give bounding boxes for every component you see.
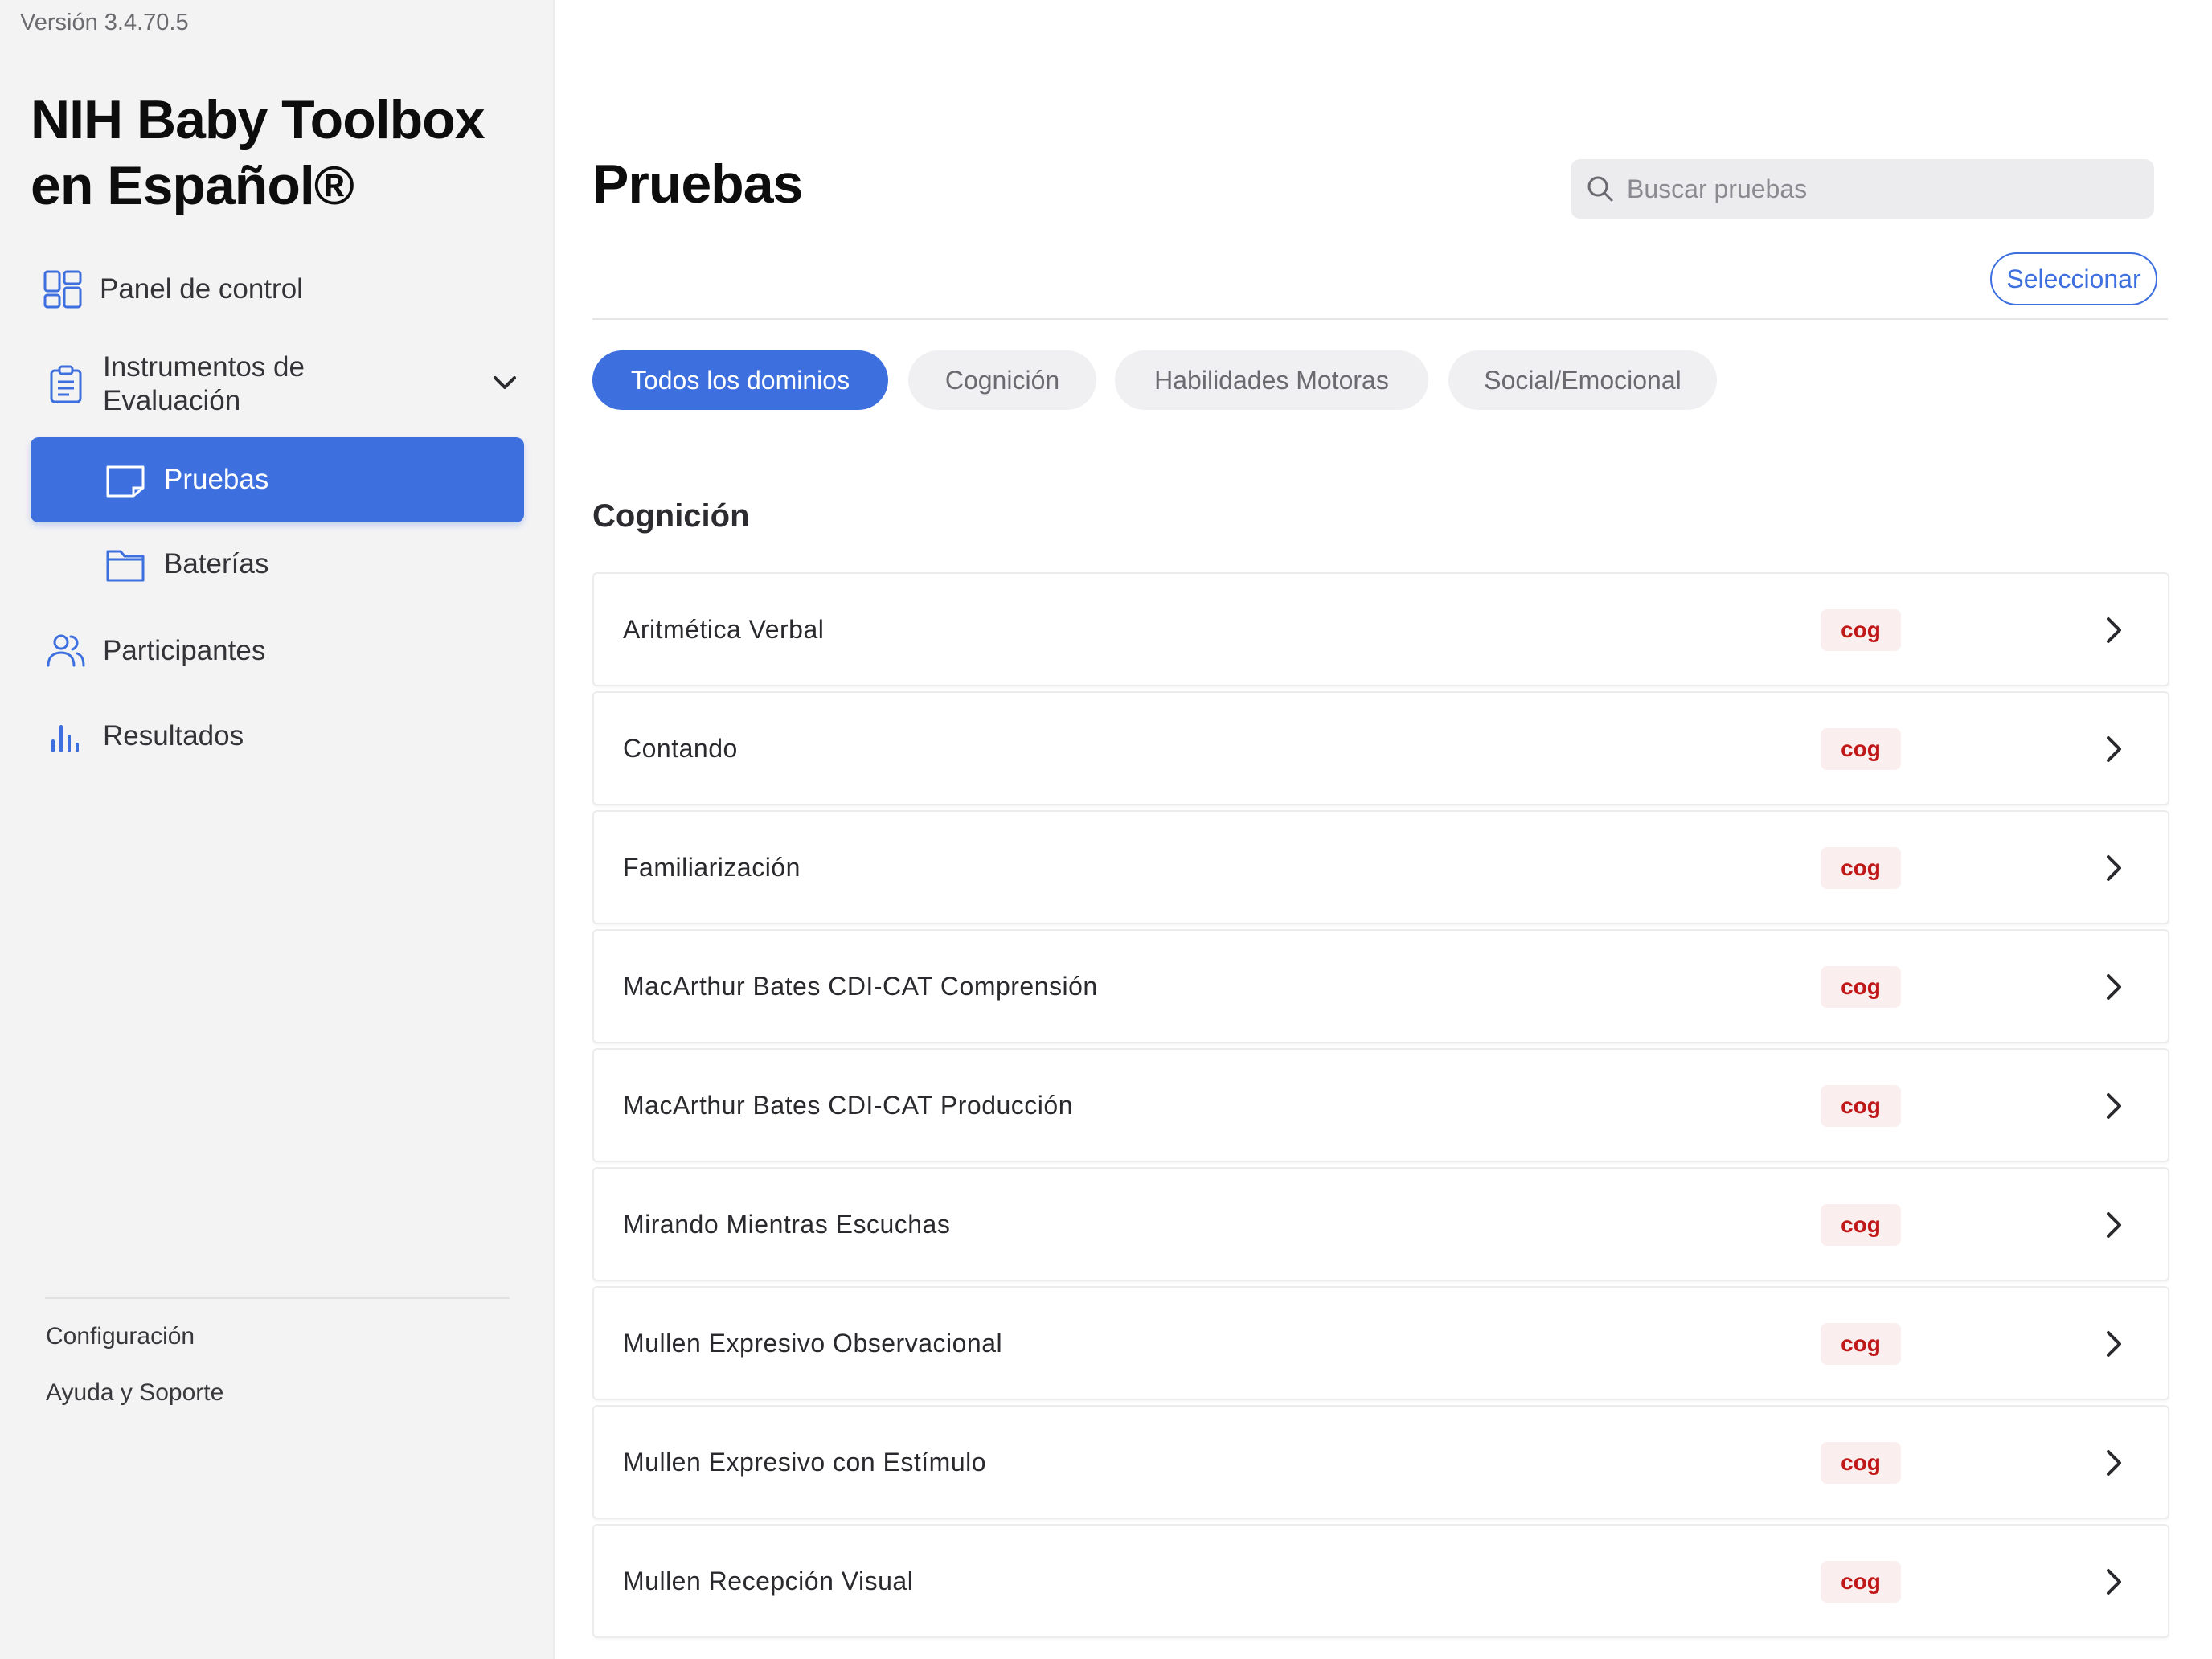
test-name: MacArthur Bates CDI-CAT Comprensión — [623, 972, 1098, 1001]
sidebar-item-participants[interactable]: Participantes — [45, 630, 265, 672]
chevron-right-icon — [2107, 1093, 2121, 1119]
sidebar-item-label: Participantes — [103, 635, 266, 666]
chevron-right-icon — [2107, 1331, 2121, 1357]
sidebar-item-instruments[interactable]: Instrumentos de Evaluación — [45, 350, 519, 418]
domain-badge: cog — [1821, 1323, 1901, 1365]
people-icon — [45, 630, 87, 672]
domain-badge: cog — [1821, 966, 1901, 1008]
test-list-item[interactable]: Mullen Expresivo con Estímulo cog — [592, 1405, 2169, 1519]
chevron-right-icon — [2107, 1212, 2121, 1238]
domain-badge: cog — [1821, 1204, 1901, 1246]
filter-chip-motor-skills[interactable]: Habilidades Motoras — [1115, 350, 1428, 410]
sidebar-item-label: Pruebas — [164, 464, 269, 495]
test-name: Mirando Mientras Escuchas — [623, 1210, 951, 1239]
sidebar-item-label: Panel de control — [100, 273, 303, 305]
chevron-right-icon — [2107, 974, 2121, 1000]
domain-badge: cog — [1821, 1085, 1901, 1127]
bar-chart-icon — [45, 715, 87, 757]
test-list-item[interactable]: MacArthur Bates CDI-CAT Producción cog — [592, 1048, 2169, 1162]
test-list-item[interactable]: Mullen Expresivo Observacional cog — [592, 1286, 2169, 1400]
test-name: Mullen Expresivo con Estímulo — [623, 1448, 987, 1477]
sidebar-item-results[interactable]: Resultados — [45, 715, 244, 757]
filter-chip-social-emotional[interactable]: Social/Emocional — [1448, 350, 1717, 410]
test-list-item[interactable]: Familiarización cog — [592, 810, 2169, 924]
test-name: Familiarización — [623, 853, 801, 882]
test-name: Mullen Recepción Visual — [623, 1567, 914, 1596]
settings-link[interactable]: Configuración — [46, 1323, 195, 1350]
chevron-right-icon — [2107, 617, 2121, 643]
page-title: Pruebas — [592, 154, 803, 215]
domain-badge: cog — [1821, 728, 1901, 770]
test-list-item[interactable]: Contando cog — [592, 691, 2169, 805]
main-content: Pruebas Seleccionar Todos los dominios C… — [556, 0, 2212, 1659]
domain-badge: cog — [1821, 609, 1901, 651]
test-name: Aritmética Verbal — [623, 615, 825, 644]
select-button[interactable]: Seleccionar — [1990, 252, 2157, 305]
chevron-right-icon — [2107, 1569, 2121, 1595]
filter-chip-all-domains[interactable]: Todos los dominios — [592, 350, 888, 410]
document-icon — [104, 459, 146, 501]
dashboard-grid-icon — [42, 268, 84, 310]
test-list-item[interactable]: Aritmética Verbal cog — [592, 572, 2169, 686]
sidebar: Versión 3.4.70.5 NIH Baby Toolbox en Esp… — [0, 0, 555, 1659]
search-icon — [1587, 176, 1613, 202]
chevron-right-icon — [2107, 855, 2121, 881]
domain-badge: cog — [1821, 1561, 1901, 1603]
domain-badge: cog — [1821, 1442, 1901, 1484]
app-window: Versión 3.4.70.5 NIH Baby Toolbox en Esp… — [0, 0, 2212, 1659]
chevron-right-icon — [2107, 736, 2121, 762]
search-input[interactable] — [1627, 174, 2141, 204]
help-support-link[interactable]: Ayuda y Soporte — [46, 1379, 223, 1407]
clipboard-icon — [45, 363, 87, 405]
domain-badge: cog — [1821, 847, 1901, 889]
chevron-down-icon[interactable] — [490, 368, 519, 397]
test-name: Mullen Expresivo Observacional — [623, 1329, 1003, 1358]
test-name: MacArthur Bates CDI-CAT Producción — [623, 1091, 1073, 1120]
section-title: Cognición — [592, 498, 750, 534]
search-bar[interactable] — [1571, 159, 2154, 219]
folder-icon — [104, 543, 146, 585]
version-label: Versión 3.4.70.5 — [20, 10, 189, 35]
sidebar-item-label: Baterías — [164, 548, 269, 580]
chevron-right-icon — [2107, 1450, 2121, 1476]
test-name: Contando — [623, 734, 738, 763]
sidebar-item-tests[interactable]: Pruebas — [31, 437, 524, 522]
app-title: NIH Baby Toolbox en Español® — [31, 89, 485, 216]
sidebar-item-label: Instrumentos de Evaluación — [103, 351, 305, 416]
filter-chip-cognition[interactable]: Cognición — [908, 350, 1096, 410]
sidebar-item-batteries[interactable]: Baterías — [104, 543, 268, 585]
sidebar-divider — [45, 1297, 510, 1299]
test-list-item[interactable]: Mullen Recepción Visual cog — [592, 1524, 2169, 1638]
header-divider — [592, 318, 2168, 320]
test-list-item[interactable]: MacArthur Bates CDI-CAT Comprensión cog — [592, 929, 2169, 1043]
sidebar-item-dashboard[interactable]: Panel de control — [42, 268, 303, 310]
sidebar-item-label: Resultados — [103, 720, 244, 752]
test-list-item[interactable]: Mirando Mientras Escuchas cog — [592, 1167, 2169, 1281]
